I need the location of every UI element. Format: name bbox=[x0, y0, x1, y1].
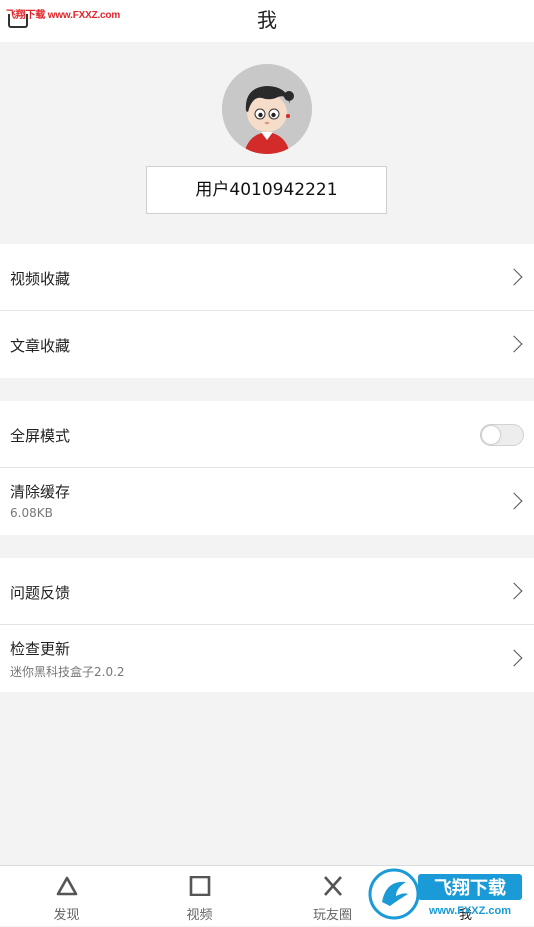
cache-size: 6.08KB bbox=[10, 506, 53, 520]
watermark-url: www.FXXZ.com bbox=[428, 905, 511, 917]
triangle-icon bbox=[56, 876, 77, 896]
row-label: 视频收藏 bbox=[10, 270, 71, 288]
tab-video[interactable]: 视频 bbox=[133, 866, 266, 927]
square-icon bbox=[189, 876, 210, 896]
favorites-section: 视频收藏 文章收藏 bbox=[0, 244, 534, 378]
row-label: 全屏模式 bbox=[10, 427, 71, 445]
row-label: 检查更新 bbox=[10, 640, 71, 658]
chevron-right-icon bbox=[505, 649, 523, 667]
row-label: 文章收藏 bbox=[10, 337, 71, 355]
cross-icon bbox=[323, 876, 342, 896]
feedback-row[interactable]: 问题反馈 bbox=[0, 558, 534, 625]
app-version: 迷你黑科技盒子2.0.2 bbox=[10, 665, 125, 679]
toggle-knob bbox=[482, 426, 500, 444]
chevron-right-icon bbox=[505, 492, 523, 510]
row-label: 清除缓存 bbox=[10, 483, 71, 501]
watermark-brand: 飞翔下载 bbox=[434, 877, 506, 898]
chevron-right-icon bbox=[505, 335, 523, 353]
profile-area: 用户4010942221 bbox=[0, 42, 534, 244]
clear-cache-row[interactable]: 清除缓存 6.08KB bbox=[0, 468, 534, 535]
watermark-logo: 飞翔下载 www.FXXZ.com bbox=[368, 868, 522, 920]
watermark-badge: 飞翔下载 www.FXXZ.com bbox=[366, 866, 526, 922]
page-title: 我 bbox=[257, 8, 277, 32]
row-label: 问题反馈 bbox=[10, 584, 71, 602]
tab-label: 视频 bbox=[186, 908, 213, 923]
app-header: 飞翔下载 www.FXXZ.com 我 bbox=[0, 0, 534, 42]
tab-label: 发现 bbox=[53, 908, 80, 923]
chevron-right-icon bbox=[505, 268, 523, 286]
about-section: 问题反馈 检查更新 迷你黑科技盒子2.0.2 bbox=[0, 558, 534, 692]
settings-section: 全屏模式 清除缓存 6.08KB bbox=[0, 401, 534, 535]
chevron-right-icon bbox=[505, 582, 523, 600]
tab-discover[interactable]: 发现 bbox=[0, 866, 133, 927]
video-favorites-row[interactable]: 视频收藏 bbox=[0, 244, 534, 311]
fullscreen-toggle[interactable] bbox=[480, 424, 524, 446]
check-update-row[interactable]: 检查更新 迷你黑科技盒子2.0.2 bbox=[0, 625, 534, 692]
username-field[interactable]: 用户4010942221 bbox=[146, 166, 387, 214]
avatar-illustration bbox=[222, 64, 312, 154]
fullscreen-row: 全屏模式 bbox=[0, 401, 534, 468]
article-favorites-row[interactable]: 文章收藏 bbox=[0, 311, 534, 378]
avatar[interactable] bbox=[222, 64, 312, 154]
